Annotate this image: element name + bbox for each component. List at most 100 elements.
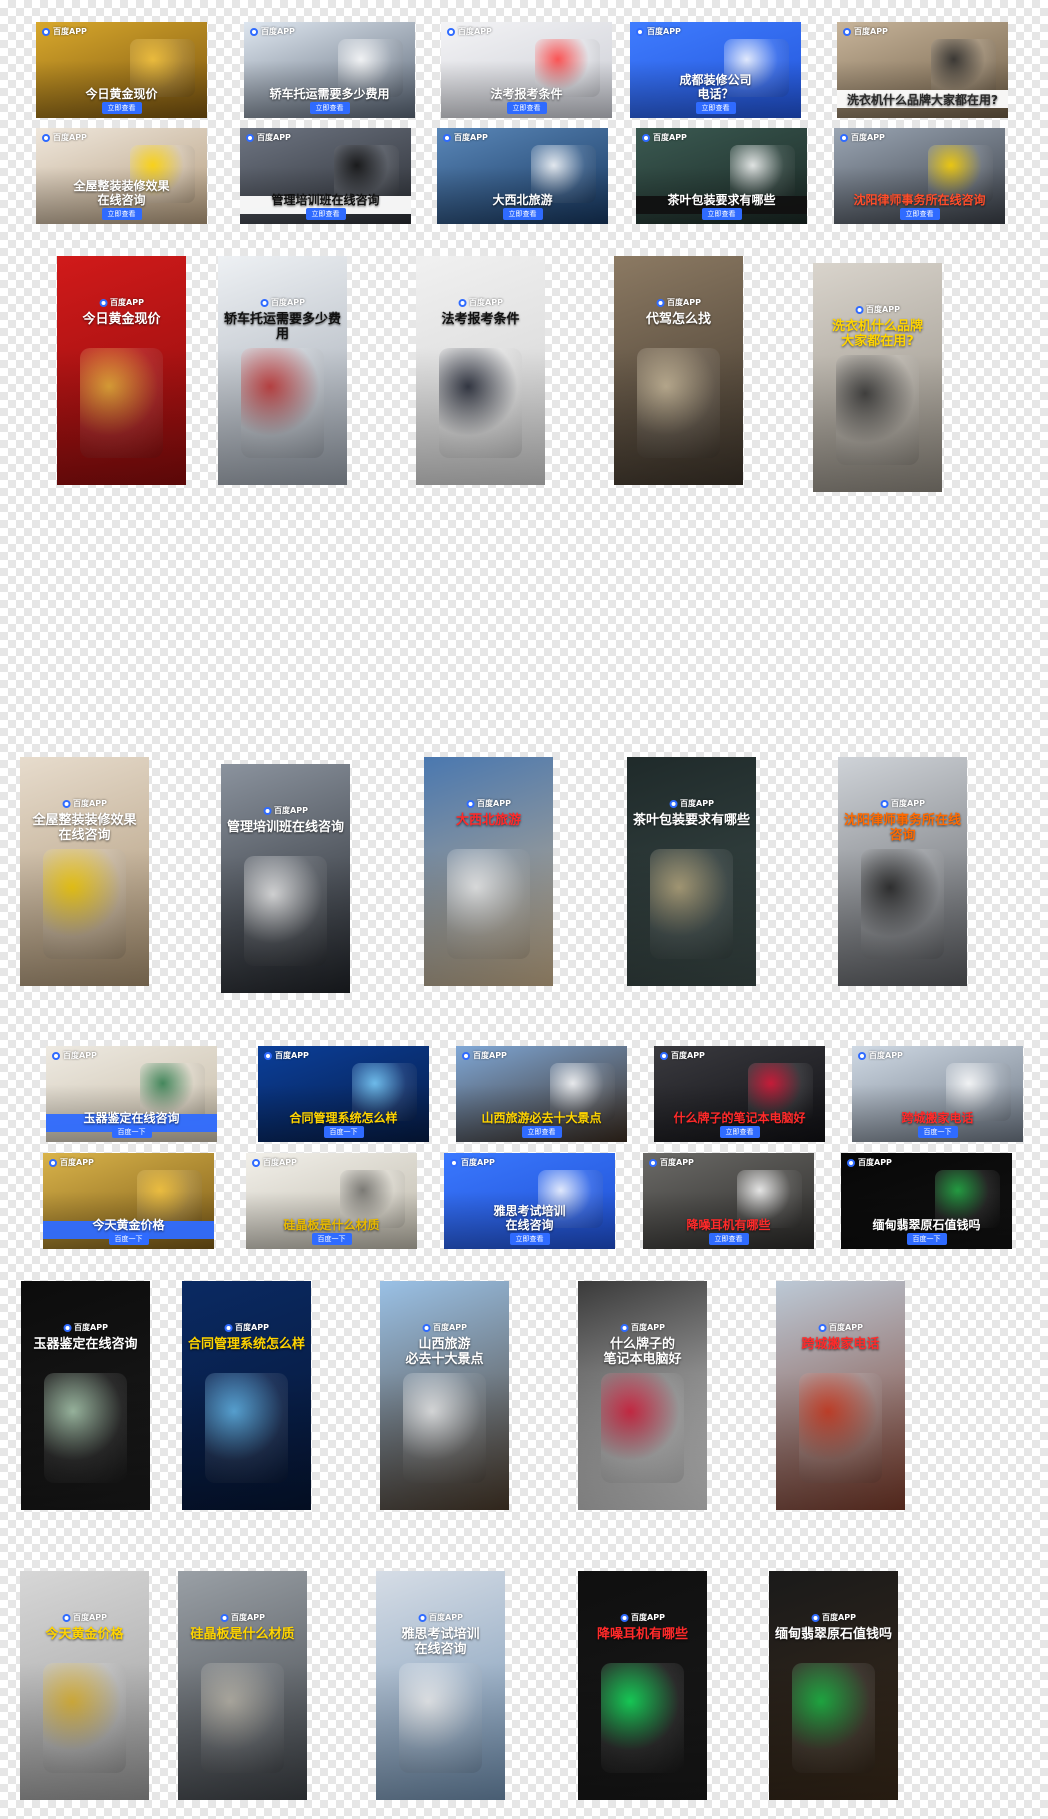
- cta-button[interactable]: 立即查看: [101, 208, 142, 220]
- ad-vertical-contract-system[interactable]: 百度APP 合同管理系统怎么样: [182, 1281, 311, 1510]
- ad-headline: 大西北旅游: [455, 813, 521, 829]
- baidu-app-brand: 百度APP: [49, 1157, 94, 1168]
- ad-thumbnail-shanxi-travel[interactable]: 百度APP 山西旅游必去十大景点 立即查看: [456, 1046, 627, 1142]
- ad-thumbnail-car-shipping[interactable]: 百度APP 轿车托运需要多少费用 立即查看: [244, 22, 415, 118]
- baidu-app-brand: 百度APP: [443, 132, 488, 143]
- ad-vertical-law-firm[interactable]: 百度APP 沈阳律师事务所在线咨询: [838, 757, 967, 986]
- ad-thumbnail-gold-today[interactable]: 百度APP 今天黄金价格 百度一下: [43, 1153, 214, 1249]
- cta-button[interactable]: 百度一下: [906, 1233, 947, 1245]
- ad-vertical-gold-price[interactable]: 百度APP 今日黄金现价: [57, 256, 186, 485]
- cta-button[interactable]: 立即查看: [309, 102, 350, 114]
- ad-thumbnail-tea-packaging[interactable]: 百度APP 茶叶包装要求有哪些 立即查看: [636, 128, 807, 224]
- ad-headline: 沈阳律师事务所在线咨询: [843, 813, 961, 844]
- baidu-logo-icon: [49, 1158, 57, 1167]
- ad-vertical-car-shipping[interactable]: 百度APP 轿车托运需要多少费用: [218, 256, 347, 485]
- baidu-logo-icon: [443, 133, 451, 142]
- ad-vertical-jade-appraisal[interactable]: 百度APP 玉器鉴定在线咨询: [21, 1281, 150, 1510]
- brand-text: 百度APP: [110, 298, 144, 308]
- cta-button[interactable]: 立即查看: [701, 208, 742, 220]
- cta-button[interactable]: 百度一下: [917, 1126, 958, 1138]
- ad-vertical-moving-phone[interactable]: 百度APP 跨城搬家电话: [776, 1281, 905, 1510]
- ad-thumbnail-gold-price[interactable]: 百度APP 今日黄金现价 立即查看: [36, 22, 207, 118]
- ad-vertical-washing-machine[interactable]: 百度APP 洗衣机什么品牌 大家都在用?: [813, 263, 942, 492]
- ad-vertical-home-renovation[interactable]: 百度APP 全屋整装装修效果 在线咨询: [20, 757, 149, 986]
- ad-vertical-earphones[interactable]: 百度APP 降噪耳机有哪些: [578, 1571, 707, 1800]
- ad-thumbnail-home-renovation[interactable]: 百度APP 全屋整装装修效果 在线咨询 立即查看: [36, 128, 207, 224]
- baidu-logo-icon: [99, 298, 108, 307]
- cta-button[interactable]: 立即查看: [708, 1233, 749, 1245]
- brand-text: 百度APP: [854, 27, 888, 36]
- ad-headline: 什么牌子的 笔记本电脑好: [603, 1337, 682, 1368]
- ad-headline: 降噪耳机有哪些: [596, 1627, 688, 1643]
- brand-text: 百度APP: [671, 1051, 705, 1060]
- ad-vertical-tea-packaging[interactable]: 百度APP 茶叶包装要求有哪些: [627, 757, 756, 986]
- ad-headline: 山西旅游 必去十大景点: [405, 1337, 484, 1368]
- brand-text: 百度APP: [667, 298, 701, 308]
- ad-headline: 降噪耳机有哪些: [686, 1218, 771, 1233]
- ad-headline: 管理培训班在线咨询: [271, 193, 380, 208]
- image-shade: [221, 764, 350, 993]
- cta-button[interactable]: 百度一下: [108, 1233, 149, 1245]
- ad-vertical-ielts[interactable]: 百度APP 雅思考试培训 在线咨询: [376, 1571, 505, 1800]
- brand-text: 百度APP: [477, 799, 511, 809]
- ad-headline: 跨城搬家电话: [901, 1111, 974, 1126]
- ad-thumbnail-northwest-travel[interactable]: 百度APP 大西北旅游 立即查看: [437, 128, 608, 224]
- cta-button[interactable]: 百度一下: [323, 1126, 364, 1138]
- ad-headline: 雅思考试培训 在线咨询: [493, 1204, 566, 1233]
- baidu-logo-icon: [250, 27, 258, 36]
- ad-vertical-laptop[interactable]: 百度APP 什么牌子的 笔记本电脑好: [578, 1281, 707, 1510]
- ad-thumbnail-law-exam[interactable]: 百度APP 法考报考条件 立即查看: [441, 22, 612, 118]
- cta-button[interactable]: 立即查看: [521, 1126, 562, 1138]
- thumbnail-grid: 百度APP 今日黄金现价 立即查看 百度APP 轿车托运需要多少费用 立即查看 百度AP…: [0, 0, 1048, 1819]
- cta-button[interactable]: 立即查看: [899, 208, 940, 220]
- ad-vertical-shanxi-travel[interactable]: 百度APP 山西旅游 必去十大景点: [380, 1281, 509, 1510]
- ad-thumbnail-ielts[interactable]: 百度APP 雅思考试培训 在线咨询 立即查看: [444, 1153, 615, 1249]
- ad-thumbnail-earphones[interactable]: 百度APP 降噪耳机有哪些 立即查看: [643, 1153, 814, 1249]
- brand-text: 百度APP: [647, 27, 681, 36]
- ad-vertical-jadeite[interactable]: 百度APP 缅甸翡翠原石值钱吗: [769, 1571, 898, 1800]
- baidu-app-brand: 百度APP: [840, 132, 885, 143]
- baidu-app-brand: 百度APP: [250, 26, 295, 37]
- ad-thumbnail-contract-system[interactable]: 百度APP 合同管理系统怎么样 百度一下: [258, 1046, 429, 1142]
- ad-thumbnail-law-firm[interactable]: 百度APP 沈阳律师事务所在线咨询 立即查看: [834, 128, 1005, 224]
- cta-button[interactable]: 立即查看: [305, 208, 346, 220]
- ad-thumbnail-laptop[interactable]: 百度APP 什么牌子的笔记本电脑好 立即查看: [654, 1046, 825, 1142]
- ad-thumbnail-jadeite[interactable]: 百度APP 缅甸翡翠原石值钱吗 百度一下: [841, 1153, 1012, 1249]
- baidu-app-brand: 百度APP: [811, 1612, 856, 1623]
- cta-button[interactable]: 立即查看: [101, 102, 142, 114]
- cta-button[interactable]: 百度一下: [111, 1126, 152, 1138]
- baidu-logo-icon: [450, 1158, 458, 1167]
- ad-thumbnail-management-training[interactable]: 百度APP 管理培训班在线咨询 立即查看: [240, 128, 411, 224]
- brand-text: 百度APP: [851, 133, 885, 142]
- baidu-logo-icon: [462, 1051, 470, 1060]
- cta-button[interactable]: 立即查看: [506, 102, 547, 114]
- cta-button[interactable]: 百度一下: [311, 1233, 352, 1245]
- ad-vertical-designated-driver[interactable]: 百度APP 代驾怎么找: [614, 256, 743, 485]
- baidu-app-brand: 百度APP: [42, 26, 87, 37]
- ad-vertical-management-training[interactable]: 百度APP 管理培训班在线咨询: [221, 764, 350, 993]
- ad-headline: 硅晶板是什么材质: [190, 1627, 295, 1643]
- cta-button[interactable]: 立即查看: [695, 102, 736, 114]
- ad-thumbnail-silicon-board[interactable]: 百度APP 硅晶板是什么材质 百度一下: [246, 1153, 417, 1249]
- ad-headline: 缅甸翡翠原石值钱吗: [774, 1627, 892, 1643]
- ad-thumbnail-jade-appraisal[interactable]: 百度APP 玉器鉴定在线咨询 百度一下: [46, 1046, 217, 1142]
- ad-vertical-silicon-board[interactable]: 百度APP 硅晶板是什么材质: [178, 1571, 307, 1800]
- ad-vertical-law-exam[interactable]: 百度APP 法考报考条件: [416, 256, 545, 485]
- cta-button[interactable]: 立即查看: [509, 1233, 550, 1245]
- ad-thumbnail-moving-phone[interactable]: 百度APP 跨城搬家电话 百度一下: [852, 1046, 1023, 1142]
- baidu-logo-icon: [818, 1323, 827, 1332]
- ad-vertical-gold-today[interactable]: 百度APP 今天黄金价格: [20, 1571, 149, 1800]
- ad-thumbnail-washing-machine[interactable]: 百度APP 洗衣机什么品牌大家都在用?: [837, 22, 1008, 118]
- ad-vertical-northwest-travel[interactable]: 百度APP 大西北旅游: [424, 757, 553, 986]
- baidu-logo-icon: [840, 133, 848, 142]
- baidu-app-brand: 百度APP: [263, 805, 308, 816]
- baidu-app-brand: 百度APP: [669, 798, 714, 809]
- ad-headline: 今日黄金现价: [82, 312, 161, 328]
- baidu-logo-icon: [811, 1613, 820, 1622]
- cta-button[interactable]: 立即查看: [502, 208, 543, 220]
- ad-headline: 法考报考条件: [490, 87, 563, 102]
- brand-text: 百度APP: [261, 27, 295, 36]
- ad-headline: 洗衣机什么品牌 大家都在用?: [831, 319, 923, 350]
- ad-thumbnail-renovation-phone[interactable]: 百度APP 成都装修公司 电话？ 立即查看: [630, 22, 801, 118]
- cta-button[interactable]: 立即查看: [719, 1126, 760, 1138]
